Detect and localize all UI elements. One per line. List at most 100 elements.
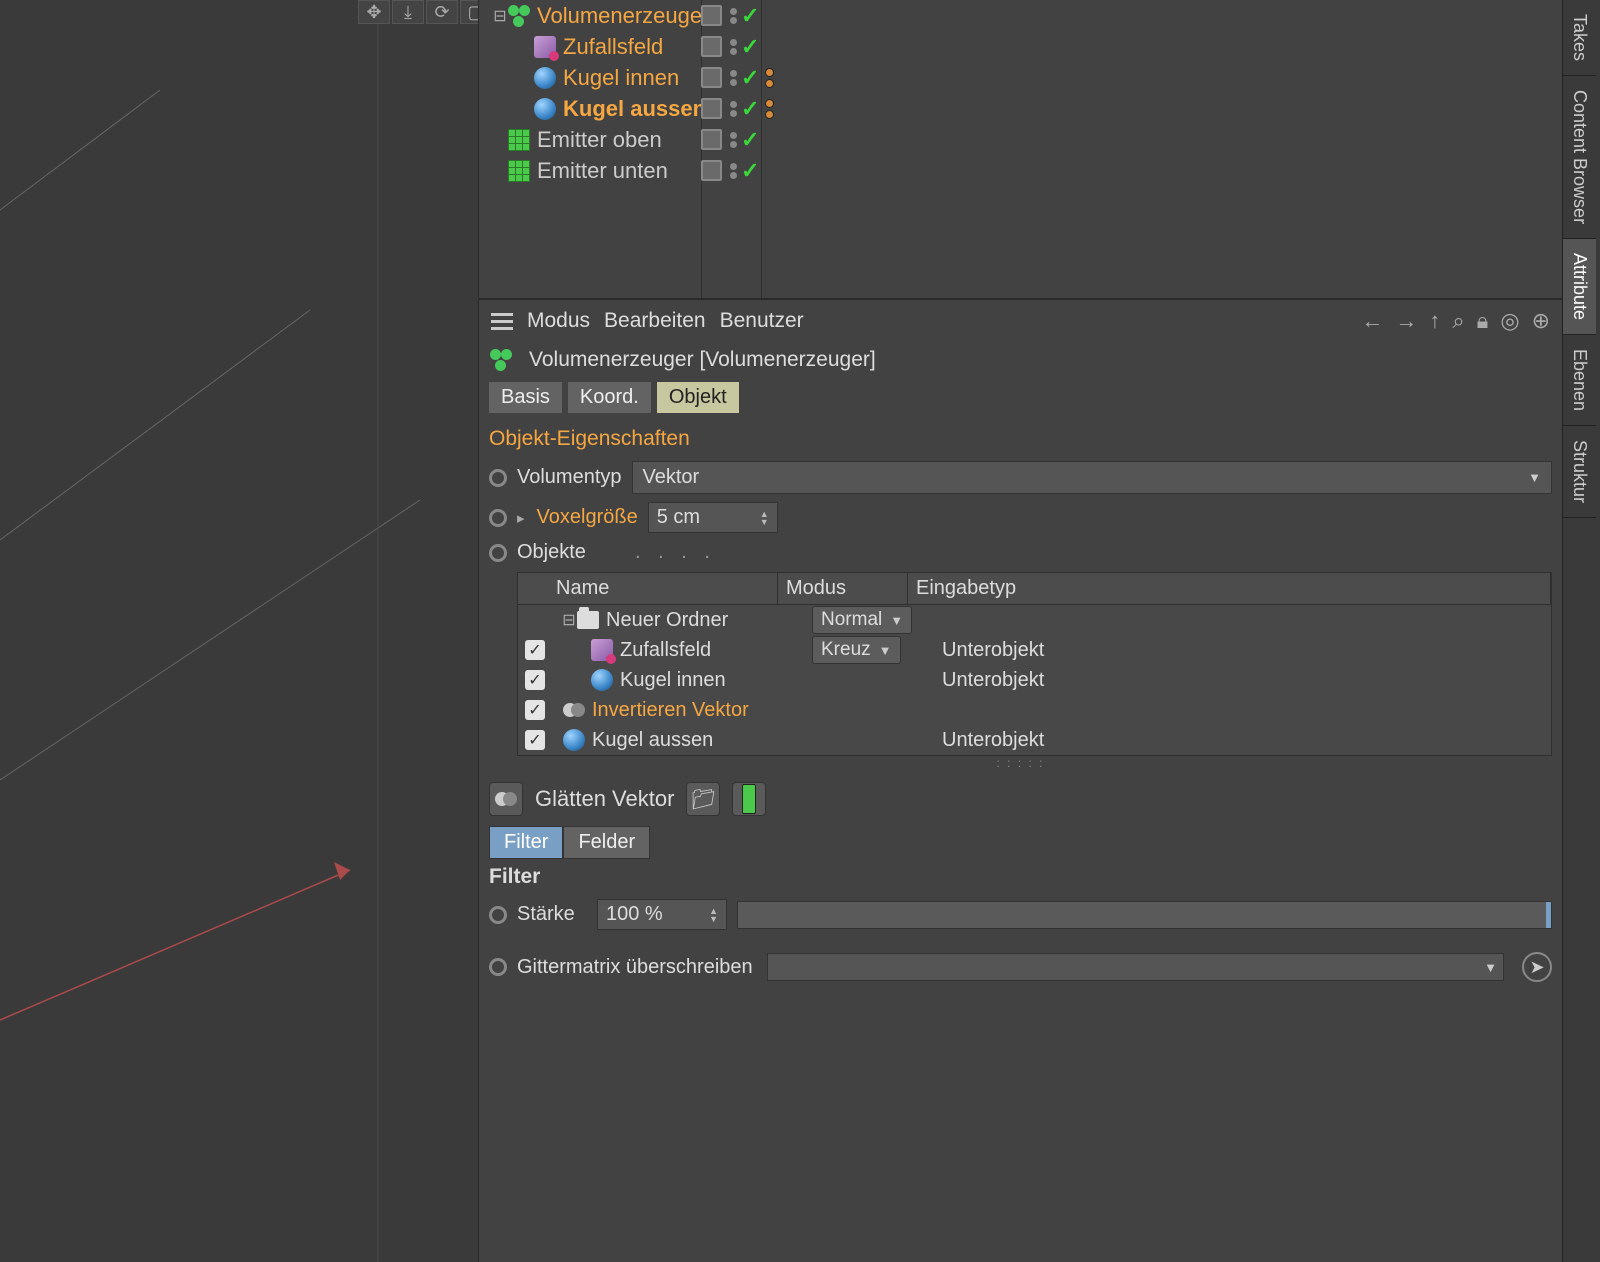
list-row[interactable]: ✓ZufallsfeldKreuz▼Unterobjekt (518, 635, 1551, 665)
object-name[interactable]: Kugel innen (563, 65, 689, 91)
lock-icon[interactable]: 🔒︎ (1477, 308, 1489, 334)
layer-checkbox[interactable] (701, 67, 722, 88)
col-eingabetyp[interactable]: Eingabetyp (908, 573, 1551, 604)
enable-check-icon[interactable]: ✓ (741, 158, 759, 184)
visibility-dots-icon[interactable] (730, 70, 737, 86)
row-checkbox[interactable]: ✓ (525, 730, 545, 750)
sidebar-tab-content-browser[interactable]: Content Browser (1563, 76, 1596, 239)
row-name[interactable]: Neuer Ordner (606, 609, 728, 632)
green-strip-icon[interactable] (732, 782, 766, 816)
viewport[interactable]: ✥ ⤓ ⟳ ▢ (0, 0, 478, 1262)
enable-check-icon[interactable]: ✓ (741, 127, 759, 153)
label-voxelgroesse[interactable]: Voxelgröße (537, 506, 638, 529)
object-name[interactable]: Emitter oben (537, 127, 672, 153)
object-name[interactable]: Emitter unten (537, 158, 678, 184)
visibility-dots-icon[interactable] (730, 101, 737, 117)
spin-down-icon[interactable]: ▼ (760, 518, 769, 526)
expand-icon[interactable]: ▸ (517, 509, 525, 527)
anim-ring-icon[interactable] (489, 544, 507, 562)
enable-check-icon[interactable]: ✓ (741, 34, 759, 60)
row-checkbox[interactable]: ✓ (525, 640, 545, 660)
layer-checkbox[interactable] (701, 160, 722, 181)
anim-ring-icon[interactable] (489, 906, 507, 924)
object-row[interactable]: Emitter oben ✓ (489, 124, 1562, 155)
row-name[interactable]: Kugel aussen (592, 729, 713, 752)
layer-checkbox[interactable] (701, 36, 722, 57)
down-arrow-icon[interactable]: ⤓ (392, 0, 424, 24)
slider-staerke[interactable] (737, 901, 1552, 929)
col-name[interactable]: Name (518, 573, 778, 604)
row-name[interactable]: Invertieren Vektor (592, 699, 749, 722)
object-row[interactable]: Kugel innen ✓ (489, 62, 1562, 93)
visibility-dots-icon[interactable] (730, 8, 737, 24)
field-gittermatrix[interactable]: ▼ (767, 953, 1504, 981)
search-icon[interactable]: ⌕ (1452, 308, 1464, 334)
object-manager[interactable]: ⊟Volumenerzeuger✓Zufallsfeld✓Kugel innen… (479, 0, 1562, 300)
list-row[interactable]: ✓Kugel aussenUnterobjekt (518, 725, 1551, 755)
new-tab-icon[interactable]: ⊕ (1532, 308, 1550, 334)
menu-icon[interactable] (491, 313, 513, 330)
tab-filter[interactable]: Filter (489, 826, 563, 859)
target-icon[interactable]: ◎ (1500, 308, 1519, 334)
enable-check-icon[interactable]: ✓ (741, 3, 759, 29)
row-name[interactable]: Kugel innen (620, 669, 726, 692)
drag-handle-icon[interactable]: : : : : : (479, 756, 1562, 770)
enable-check-icon[interactable]: ✓ (741, 65, 759, 91)
visibility-dots-icon[interactable] (730, 39, 737, 55)
input-voxelgroesse[interactable]: 5 cm ▲▼ (648, 502, 778, 533)
picker-icon[interactable]: ➤ (1522, 952, 1552, 982)
anim-ring-icon[interactable] (489, 958, 507, 976)
list-row[interactable]: ✓ Kugel innen Unterobjekt (518, 665, 1551, 695)
nav-back-icon[interactable]: ← (1361, 308, 1383, 334)
enable-check-icon[interactable]: ✓ (741, 96, 759, 122)
sidebar-tab-struktur[interactable]: Struktur (1563, 426, 1596, 518)
object-name[interactable]: Zufallsfeld (563, 34, 673, 60)
tab-objekt[interactable]: Objekt (657, 382, 739, 413)
menu-bearbeiten[interactable]: Bearbeiten (604, 309, 706, 333)
object-name[interactable]: Volumenerzeuger (537, 3, 719, 29)
glaetten-icon[interactable] (489, 782, 523, 816)
folder-add-icon[interactable]: 📁︎ (686, 782, 720, 816)
move-icon[interactable]: ✥ (358, 0, 390, 24)
object-name[interactable]: Kugel aussen (563, 96, 716, 122)
select-volumentyp[interactable]: Vektor ▼ (632, 461, 1552, 494)
row-name[interactable]: Zufallsfeld (620, 639, 711, 662)
input-staerke[interactable]: 100 % ▲▼ (597, 899, 727, 930)
object-row[interactable]: Zufallsfeld ✓ (489, 31, 1562, 62)
tag-icon[interactable] (765, 99, 774, 119)
anim-ring-icon[interactable] (489, 469, 507, 487)
list-row[interactable]: ⊟ Neuer Ordner Normal▼ (518, 605, 1551, 635)
nav-up-icon[interactable]: ↑ (1429, 308, 1440, 334)
visibility-dots-icon[interactable] (730, 132, 737, 148)
col-modus[interactable]: Modus (778, 573, 908, 604)
object-row[interactable]: Emitter unten ✓ (489, 155, 1562, 186)
row-checkbox[interactable]: ✓ (525, 670, 545, 690)
nav-fwd-icon[interactable]: → (1395, 308, 1417, 334)
object-row[interactable]: ⊟ Volumenerzeuger ✓ (489, 0, 1562, 31)
tag-icon[interactable] (765, 68, 774, 88)
layer-checkbox[interactable] (701, 5, 722, 26)
expander-icon[interactable]: ⊟ (493, 6, 507, 26)
row-type: Unterobjekt (942, 669, 1551, 692)
tab-koord[interactable]: Koord. (568, 382, 651, 413)
menu-modus[interactable]: Modus (527, 309, 590, 333)
object-row[interactable]: Kugel aussen ✓ (489, 93, 1562, 124)
sidebar-tab-takes[interactable]: Takes (1563, 0, 1596, 76)
layer-checkbox[interactable] (701, 129, 722, 150)
sidebar-tab-ebenen[interactable]: Ebenen (1563, 335, 1596, 426)
mode-select[interactable]: Kreuz▼ (812, 636, 901, 664)
row-checkbox[interactable]: ✓ (525, 700, 545, 720)
visibility-dots-icon[interactable] (730, 163, 737, 179)
menu-benutzer[interactable]: Benutzer (720, 309, 804, 333)
tab-felder[interactable]: Felder (563, 826, 650, 859)
rotate-icon[interactable]: ⟳ (426, 0, 458, 24)
list-row[interactable]: ✓ Invertieren Vektor (518, 695, 1551, 725)
spin-down-icon[interactable]: ▼ (709, 915, 718, 923)
expander-icon[interactable]: ⊟ (562, 610, 576, 630)
object-list[interactable]: Name Modus Eingabetyp ⊟ Neuer Ordner Norma… (517, 572, 1552, 756)
tab-basis[interactable]: Basis (489, 382, 562, 413)
mode-select[interactable]: Normal▼ (812, 606, 912, 634)
layer-checkbox[interactable] (701, 98, 722, 119)
sidebar-tab-attribute[interactable]: Attribute (1563, 239, 1596, 335)
anim-ring-icon[interactable] (489, 509, 507, 527)
